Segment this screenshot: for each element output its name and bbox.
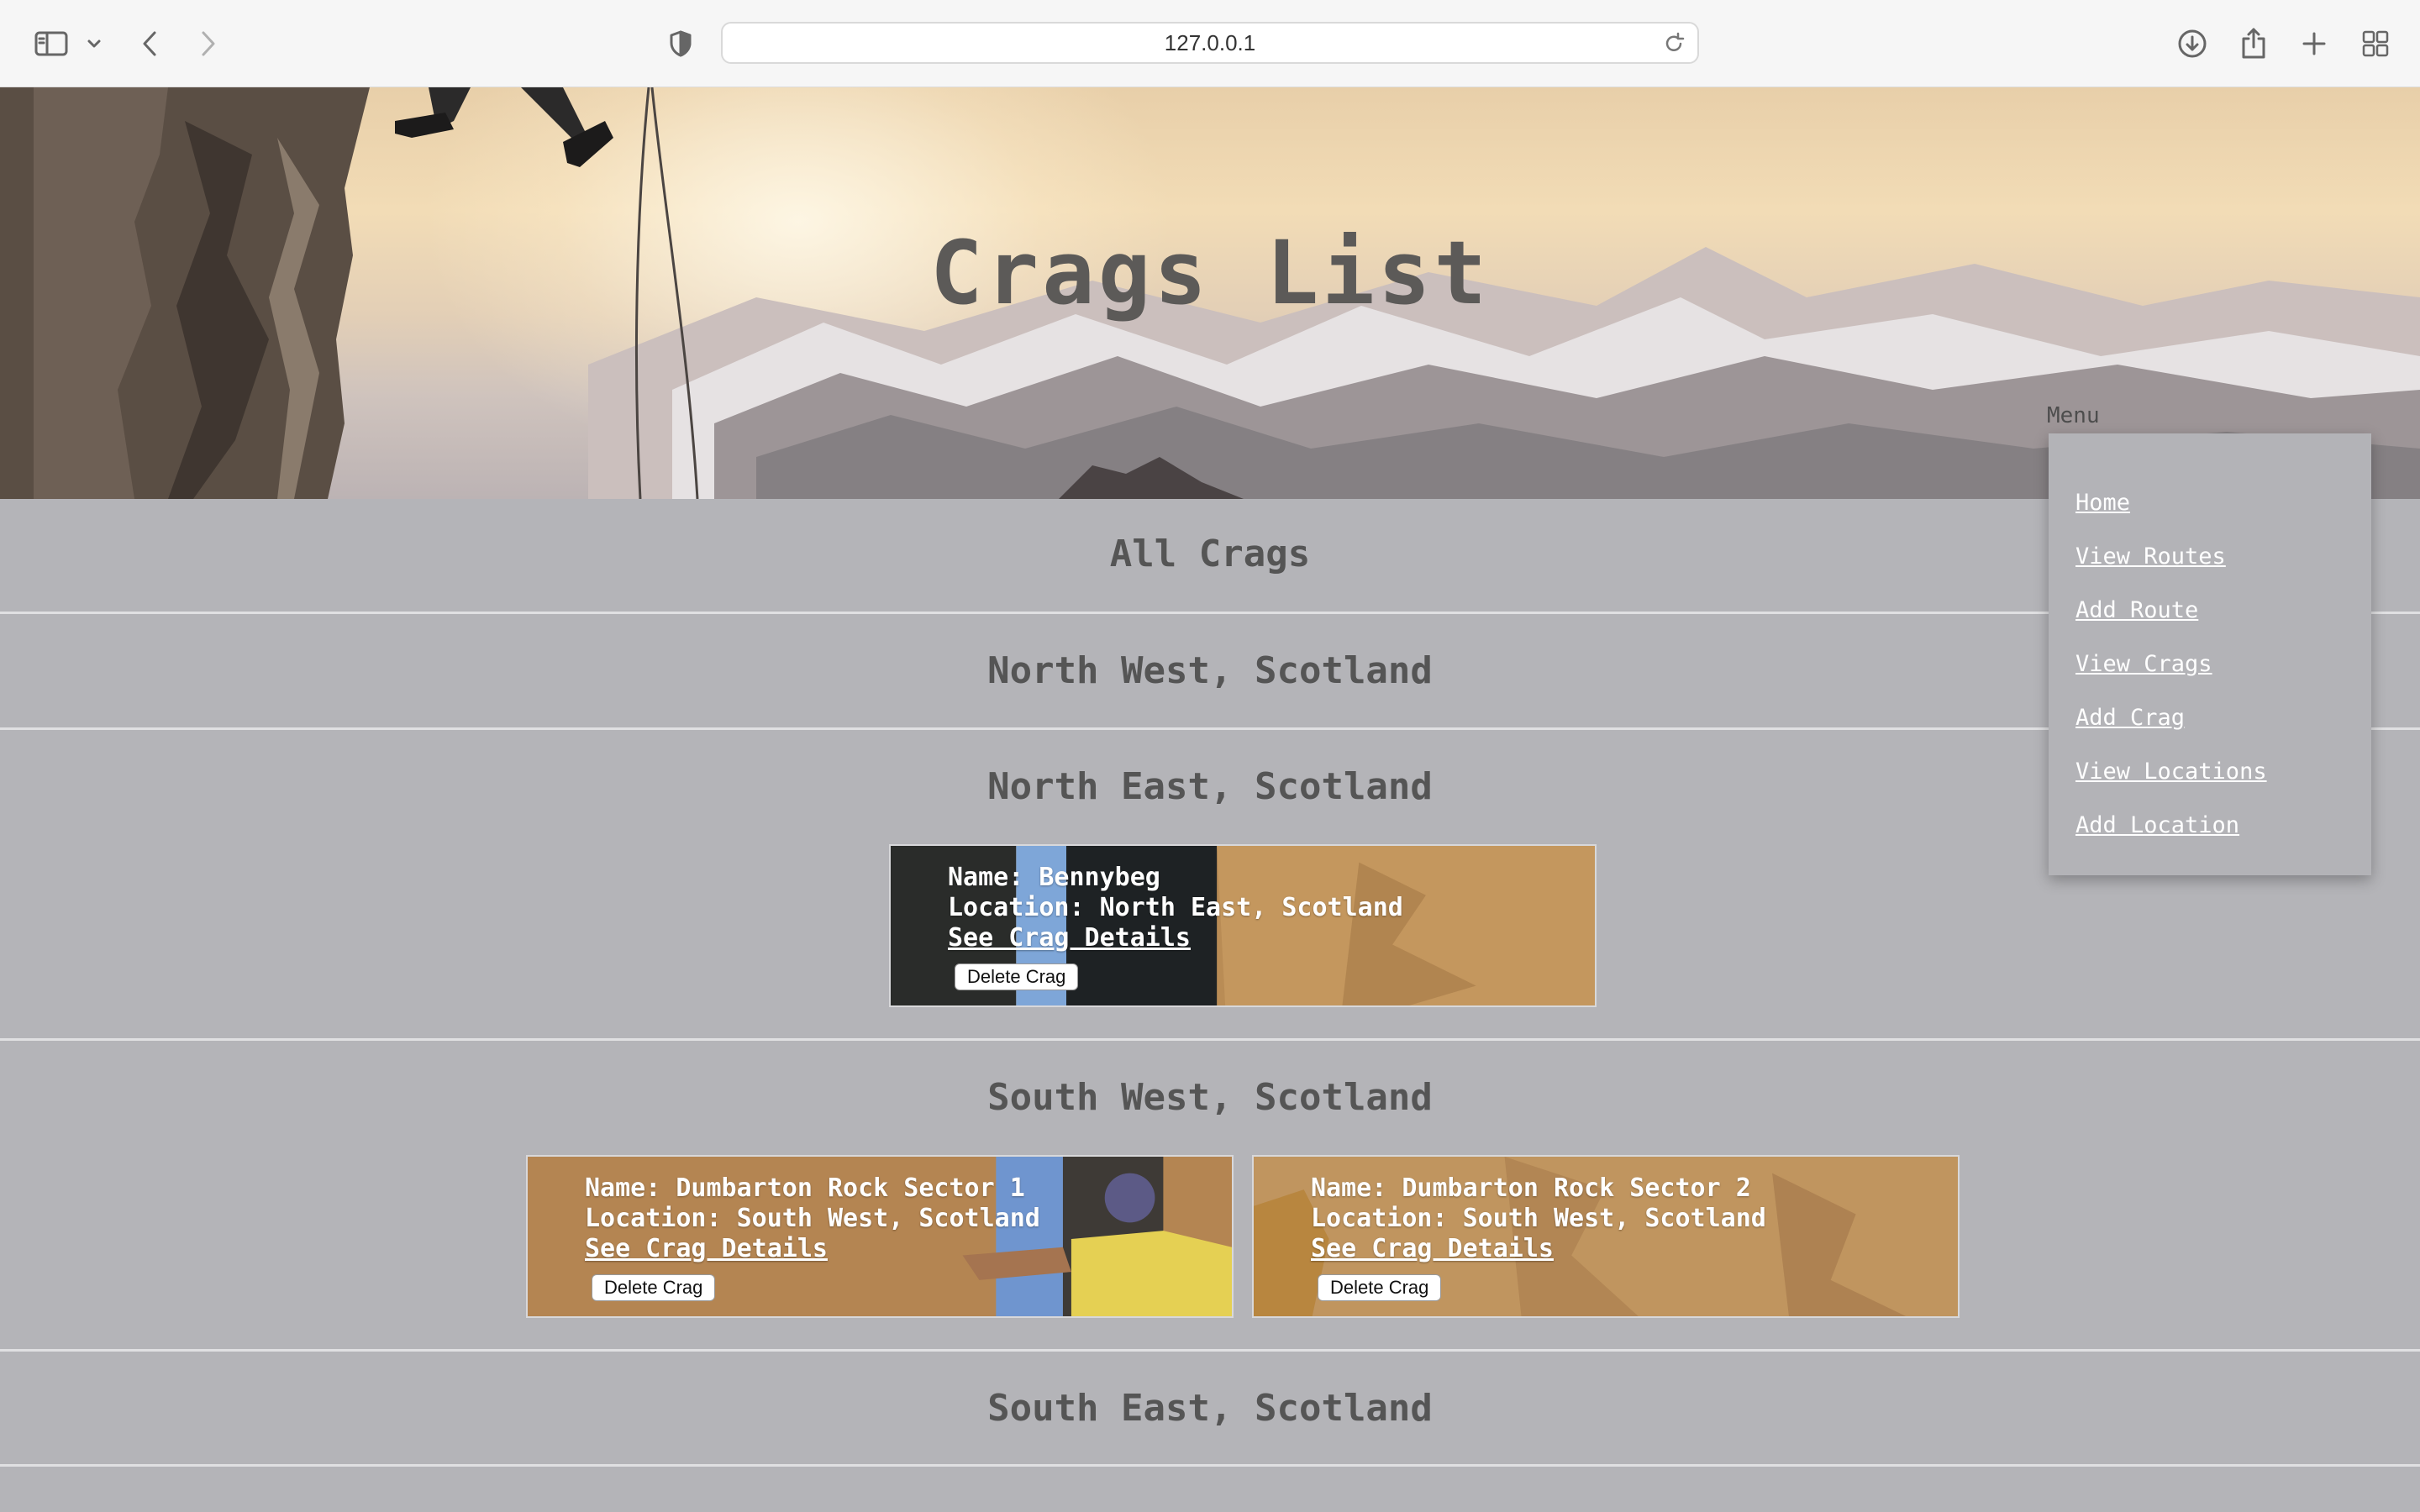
crag-card: Name: Dumbarton Rock Sector 1 Location: …	[526, 1155, 1234, 1318]
menu-item-add-route[interactable]: Add Route	[2075, 581, 2371, 635]
back-icon[interactable]	[136, 20, 163, 67]
menu-item-view-routes[interactable]: View Routes	[2075, 528, 2371, 581]
crag-location: Location: South West, Scotland	[585, 1204, 1040, 1233]
tabs-grid-icon[interactable]	[2360, 20, 2391, 67]
download-icon[interactable]	[2176, 20, 2208, 67]
section-south-west-scotland: South West, Scotland Name: Dumbarton Roc…	[0, 1041, 2420, 1352]
crag-name: Name: Dumbarton Rock Sector 1	[585, 1173, 1025, 1203]
section-south-east-scotland: South East, Scotland	[0, 1352, 2420, 1467]
menu-item-view-locations[interactable]: View Locations	[2075, 743, 2371, 796]
url-text: 127.0.0.1	[1164, 29, 1256, 55]
shield-icon[interactable]	[666, 20, 696, 67]
menu-label[interactable]: Menu	[2047, 403, 2100, 428]
crag-location: Location: South West, Scotland	[1311, 1204, 1766, 1233]
delete-crag-button[interactable]: Delete Crag	[592, 1274, 716, 1301]
crag-card: Name: Dumbarton Rock Sector 2 Location: …	[1252, 1155, 1960, 1318]
delete-crag-button[interactable]: Delete Crag	[1318, 1274, 1442, 1301]
reload-icon[interactable]	[1662, 32, 1686, 55]
menu-dropdown: Home View Routes Add Route View Crags Ad…	[2049, 433, 2371, 875]
crag-info: Name: Dumbarton Rock Sector 2 Location: …	[1311, 1173, 1766, 1264]
delete-crag-button[interactable]: Delete Crag	[955, 963, 1079, 990]
page-title: Crags List	[929, 222, 1491, 324]
crag-info: Name: Dumbarton Rock Sector 1 Location: …	[585, 1173, 1040, 1264]
menu-item-home[interactable]: Home	[2075, 474, 2371, 528]
plus-icon[interactable]	[2299, 20, 2329, 67]
chevron-down-icon[interactable]	[84, 20, 104, 67]
crag-card: Name: Bennybeg Location: North East, Sco…	[889, 844, 1597, 1007]
crag-info: Name: Bennybeg Location: North East, Sco…	[948, 863, 1403, 953]
address-bar[interactable]: 127.0.0.1	[721, 22, 1699, 64]
see-crag-details-link[interactable]: See Crag Details	[1311, 1234, 1766, 1264]
browser-toolbar: 127.0.0.1	[0, 0, 2420, 87]
menu-item-view-crags[interactable]: View Crags	[2075, 635, 2371, 689]
section-heading: South West, Scotland	[987, 1076, 1433, 1119]
sidebar-icon[interactable]	[32, 20, 71, 67]
section-heading: South East, Scotland	[987, 1387, 1433, 1430]
crag-name: Name: Dumbarton Rock Sector 2	[1311, 1173, 1751, 1203]
see-crag-details-link[interactable]: See Crag Details	[585, 1234, 1040, 1264]
see-crag-details-link[interactable]: See Crag Details	[948, 923, 1403, 953]
share-icon[interactable]	[2238, 20, 2269, 67]
crag-name: Name: Bennybeg	[948, 863, 1160, 892]
forward-icon	[195, 20, 222, 67]
menu-item-add-crag[interactable]: Add Crag	[2075, 689, 2371, 743]
menu-item-add-location[interactable]: Add Location	[2075, 796, 2371, 850]
crag-location: Location: North East, Scotland	[948, 893, 1403, 922]
